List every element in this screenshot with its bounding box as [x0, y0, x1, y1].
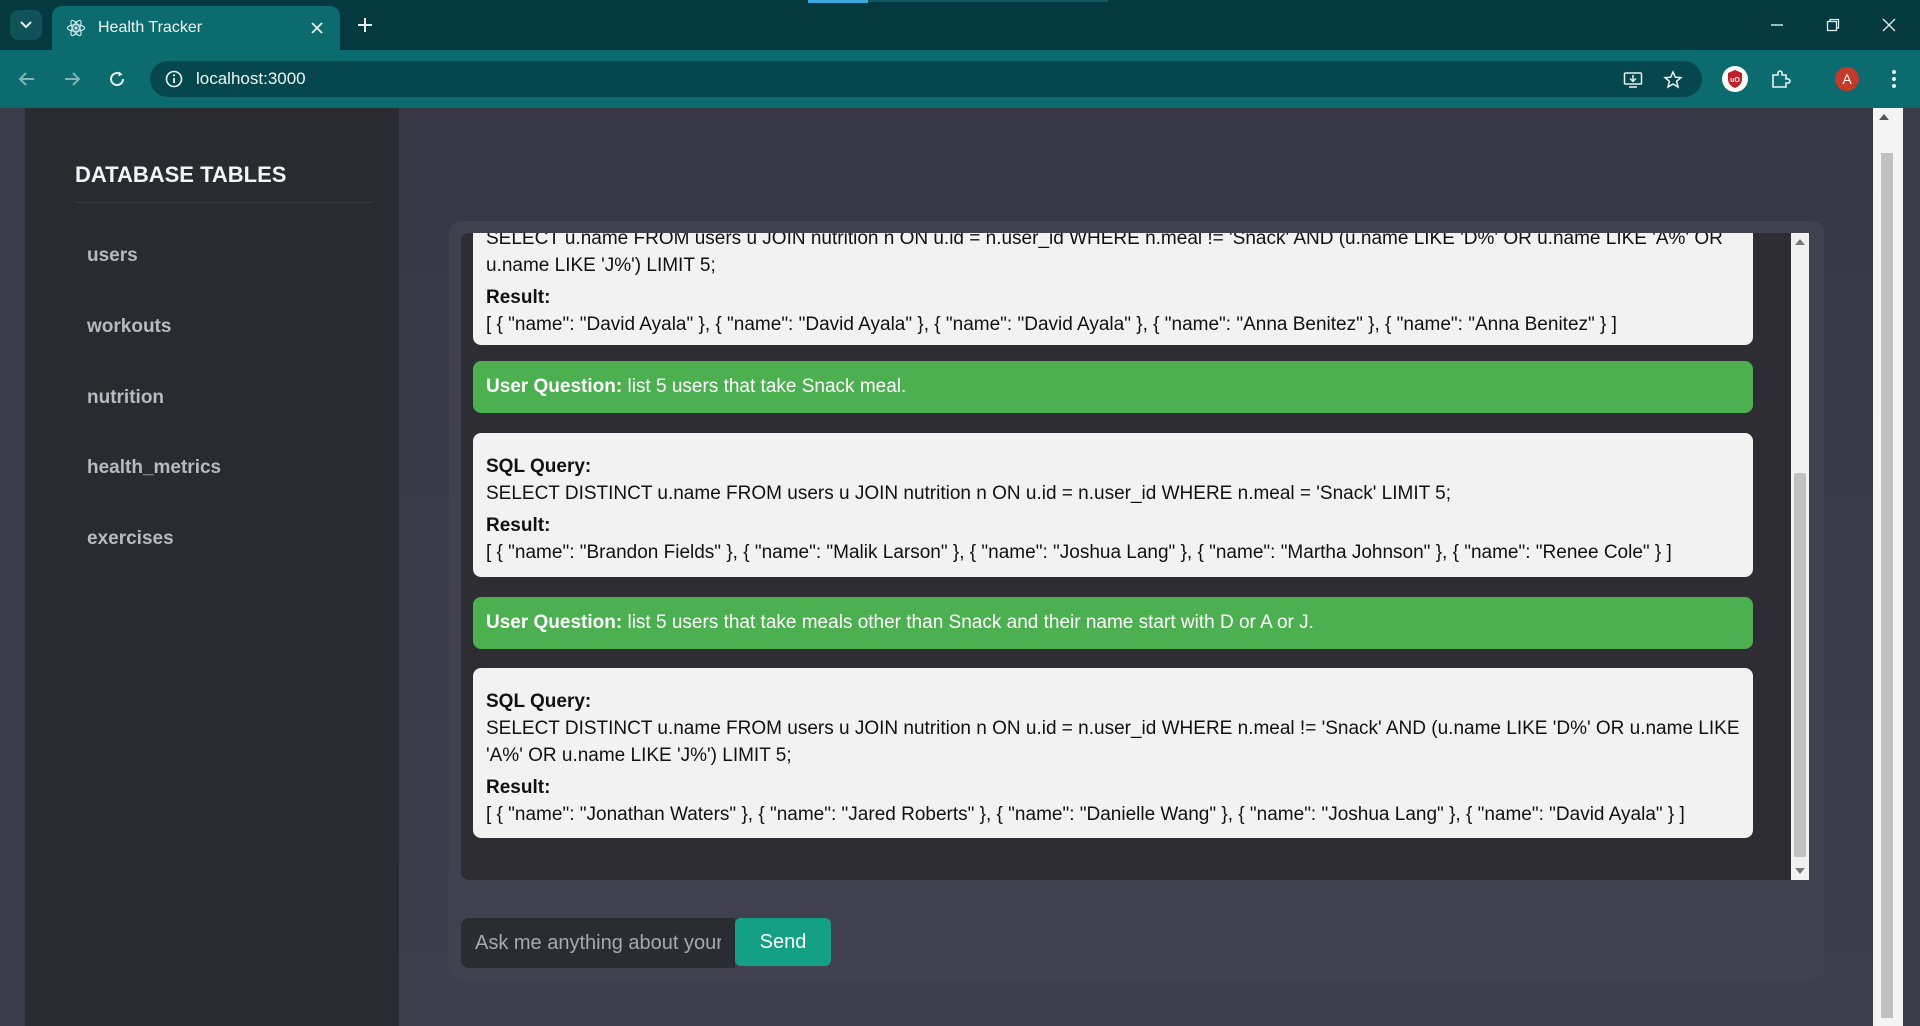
tab-strip-accent — [808, 0, 868, 3]
browser-menu-icon[interactable] — [1880, 65, 1908, 93]
question-text: list 5 users that take Snack meal. — [627, 376, 907, 397]
chat-panel: SELECT u.name FROM users u JOIN nutritio… — [449, 221, 1824, 981]
result-text: [ { "name": "David Ayala" }, { "name": "… — [486, 314, 1617, 335]
tab-search-button[interactable] — [10, 10, 42, 40]
tab-close-icon[interactable] — [304, 15, 330, 41]
restore-button[interactable] — [1810, 8, 1856, 42]
chat-message-question: User Question: list 5 users that take Sn… — [473, 361, 1753, 413]
question-label: User Question: — [486, 376, 623, 397]
chevron-down-icon — [20, 21, 32, 29]
sql-query-text: SELECT DISTINCT u.name FROM users u JOIN… — [486, 718, 1740, 766]
page-content: DATABASE TABLES users workouts nutrition… — [0, 108, 1920, 1026]
arrow-left-icon — [18, 72, 34, 86]
chat-message-answer: SQL Query: SELECT DISTINCT u.name FROM u… — [473, 433, 1753, 577]
back-button[interactable] — [12, 64, 42, 94]
minimize-icon — [1771, 24, 1783, 26]
ublock-extension-icon[interactable]: uO — [1721, 65, 1749, 93]
site-info-icon[interactable] — [164, 69, 184, 89]
scroll-up-arrow-icon[interactable] — [1795, 239, 1805, 245]
chat-input[interactable] — [461, 918, 735, 968]
browser-toolbar: localhost:3000 uO A — [0, 50, 1920, 108]
left-gutter — [0, 108, 25, 1026]
scroll-down-arrow-icon[interactable] — [1795, 868, 1805, 874]
tab-title: Health Tracker — [98, 19, 203, 36]
sidebar-item-exercises[interactable]: exercises — [87, 528, 174, 550]
main-area: SELECT u.name FROM users u JOIN nutritio… — [399, 108, 1873, 1026]
chat-message-answer: SELECT u.name FROM users u JOIN nutritio… — [473, 233, 1753, 345]
browser-tabbar: Health Tracker — [0, 0, 1920, 50]
tab-strip-accent-secondary — [868, 0, 1108, 2]
sql-query-text: SELECT u.name FROM users u JOIN nutritio… — [486, 233, 1723, 276]
page-scrollbar-thumb[interactable] — [1881, 153, 1893, 1018]
sidebar: DATABASE TABLES users workouts nutrition… — [25, 108, 399, 1026]
result-label: Result: — [486, 515, 551, 536]
close-icon — [1882, 18, 1896, 32]
reload-button[interactable] — [102, 64, 132, 94]
forward-button[interactable] — [57, 64, 87, 94]
close-window-button[interactable] — [1866, 8, 1912, 42]
sidebar-item-health-metrics[interactable]: health_metrics — [87, 457, 221, 479]
chat-scrollbar[interactable] — [1791, 233, 1809, 880]
chat-log[interactable]: SELECT u.name FROM users u JOIN nutritio… — [461, 233, 1791, 880]
right-gutter — [1903, 108, 1920, 1026]
question-text: list 5 users that take meals other than … — [627, 612, 1314, 633]
sidebar-item-workouts[interactable]: workouts — [87, 316, 171, 338]
chat-message-answer: SQL Query: SELECT DISTINCT u.name FROM u… — [473, 668, 1753, 838]
chat-message-question: User Question: list 5 users that take me… — [473, 597, 1753, 649]
plus-icon — [358, 18, 372, 32]
svg-text:uO: uO — [1730, 77, 1740, 84]
chat-scrollbar-thumb[interactable] — [1794, 473, 1806, 857]
result-text: [ { "name": "Jonathan Waters" }, { "name… — [486, 804, 1685, 825]
sidebar-title: DATABASE TABLES — [75, 162, 373, 203]
page-scroll-up-arrow-icon[interactable] — [1879, 114, 1889, 120]
address-bar[interactable]: localhost:3000 — [150, 61, 1702, 97]
sidebar-item-users[interactable]: users — [87, 245, 138, 267]
result-label: Result: — [486, 777, 551, 798]
reload-icon — [110, 71, 125, 87]
arrow-right-icon — [65, 72, 81, 86]
sql-query-label: SQL Query: — [486, 456, 592, 477]
sidebar-item-nutrition[interactable]: nutrition — [87, 387, 164, 409]
new-tab-button[interactable] — [352, 12, 378, 38]
sql-query-label: SQL Query: — [486, 691, 592, 712]
result-label: Result: — [486, 287, 551, 308]
bookmark-star-icon[interactable] — [1662, 69, 1684, 91]
question-label: User Question: — [486, 612, 623, 633]
browser-tab-active[interactable]: Health Tracker — [52, 6, 340, 50]
minimize-button[interactable] — [1754, 8, 1800, 42]
page-scrollbar[interactable] — [1873, 108, 1903, 1026]
profile-initial: A — [1842, 71, 1852, 87]
install-app-icon[interactable] — [1622, 69, 1644, 91]
react-icon — [66, 18, 86, 38]
result-text: [ { "name": "Brandon Fields" }, { "name"… — [486, 542, 1672, 563]
extensions-puzzle-icon[interactable] — [1767, 65, 1795, 93]
sql-query-text: SELECT DISTINCT u.name FROM users u JOIN… — [486, 483, 1451, 504]
profile-avatar[interactable]: A — [1833, 65, 1861, 93]
url-text: localhost:3000 — [196, 69, 306, 88]
send-button[interactable]: Send — [735, 918, 831, 966]
restore-icon — [1826, 18, 1840, 32]
